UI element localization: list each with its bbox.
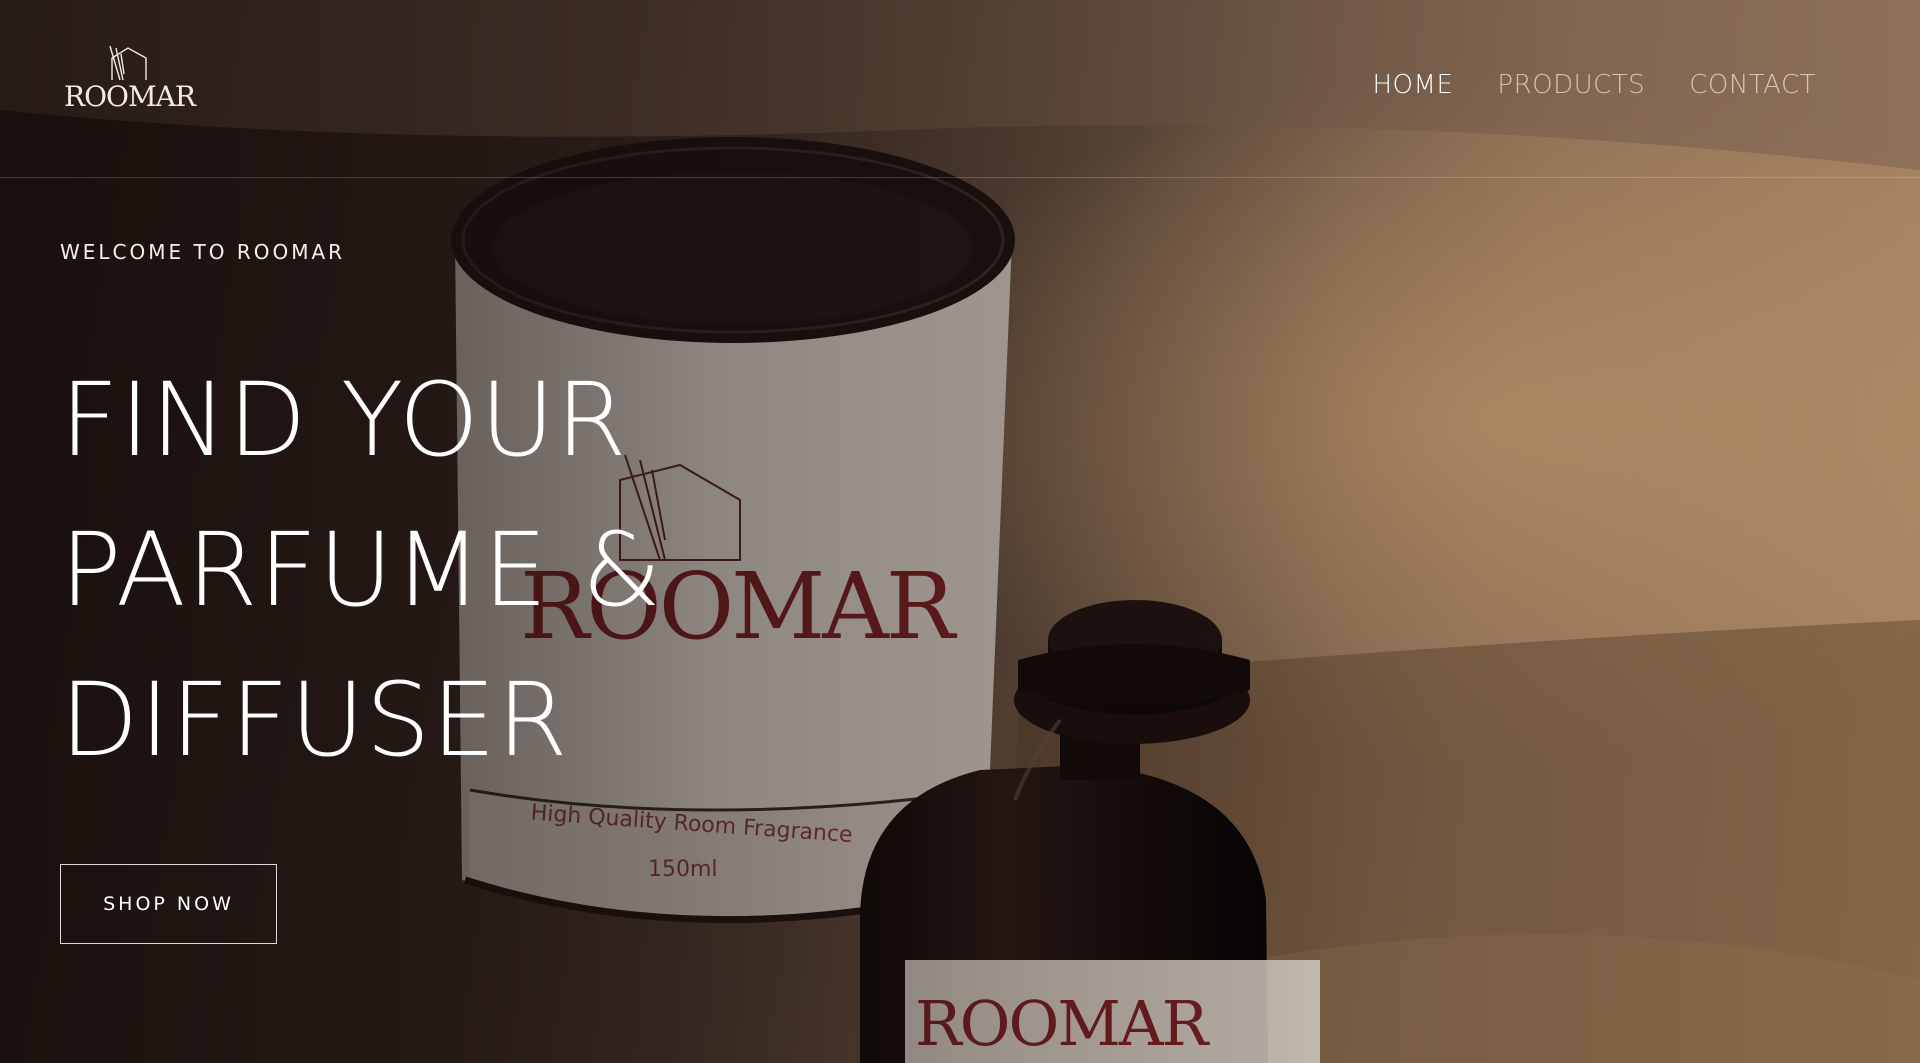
- headline-line-1: FIND YOUR: [60, 361, 628, 480]
- brand-logo[interactable]: ROOMAR: [64, 44, 196, 114]
- house-with-reeds-icon: [109, 45, 147, 81]
- hero-headline: FIND YOUR PARFUME & DIFFUSER: [60, 346, 662, 796]
- svg-text:ROOMAR: ROOMAR: [915, 987, 1211, 1060]
- headline-line-2: PARFUME &: [60, 511, 663, 630]
- brand-logo-text: ROOMAR: [64, 80, 196, 113]
- nav-link-home[interactable]: HOME: [1373, 70, 1454, 100]
- main-navigation: HOME PRODUCTS CONTACT: [1373, 70, 1817, 100]
- shop-now-button[interactable]: SHOP NOW: [60, 864, 277, 944]
- hero-eyebrow: WELCOME TO ROOMAR: [60, 240, 346, 264]
- nav-link-products[interactable]: PRODUCTS: [1497, 70, 1645, 100]
- hero-content: WELCOME TO ROOMAR FIND YOUR PARFUME & DI…: [60, 240, 662, 796]
- nav-link-contact[interactable]: CONTACT: [1689, 70, 1816, 100]
- hero-section: ROOMAR High Quality Room Fragrance 150ml…: [0, 0, 1920, 1063]
- headline-line-3: DIFFUSER: [60, 661, 569, 780]
- box-volume-text: 150ml: [648, 857, 718, 882]
- site-header: ROOMAR HOME PRODUCTS CONTACT: [0, 0, 1920, 178]
